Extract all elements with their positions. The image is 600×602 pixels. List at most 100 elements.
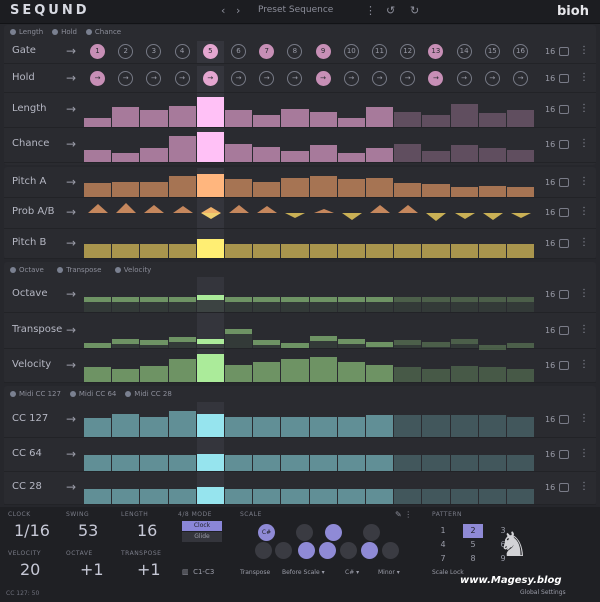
gate-step[interactable]: 14 — [456, 44, 472, 59]
step-bar[interactable] — [253, 362, 281, 382]
step-bar[interactable] — [450, 366, 478, 382]
scale-note-button[interactable]: C# — [258, 524, 275, 541]
prob-step[interactable] — [144, 205, 165, 213]
hold-step-icon[interactable]: → — [231, 71, 246, 86]
global-settings-button[interactable]: Global Settings — [520, 589, 566, 596]
step-bar[interactable] — [253, 455, 281, 471]
step-bar[interactable] — [507, 343, 535, 348]
swing-value[interactable]: 53 — [78, 521, 98, 540]
hold-step-icon[interactable]: → — [484, 71, 500, 86]
step-bar[interactable] — [337, 153, 365, 162]
prob-step[interactable] — [313, 209, 334, 213]
step-bar[interactable] — [168, 136, 196, 162]
step-bar[interactable] — [196, 132, 224, 162]
step-bar[interactable] — [196, 487, 224, 504]
step-bar[interactable] — [84, 150, 112, 162]
scale-edit-icon[interactable]: ✎ ⋮ — [395, 510, 412, 519]
step-bar[interactable] — [394, 112, 422, 127]
transpose-select[interactable]: Before Scale ▾ — [282, 569, 330, 576]
hold-step-icon[interactable]: → — [456, 71, 472, 86]
scale-note-button[interactable] — [361, 542, 378, 559]
step-bar[interactable] — [478, 367, 506, 382]
step-bar[interactable] — [366, 415, 394, 437]
step-bar[interactable] — [196, 97, 224, 127]
step-bar[interactable] — [225, 244, 253, 258]
step-bar[interactable] — [422, 151, 450, 162]
clock-mode-button[interactable]: Clock — [182, 521, 222, 531]
step-bar[interactable] — [366, 489, 394, 504]
scale-lock-button[interactable]: Scale Lock — [432, 569, 464, 576]
range-select[interactable]: ▥ C1-C3 — [182, 568, 214, 576]
pattern-pad[interactable]: 5 — [463, 538, 483, 552]
prob-step[interactable] — [370, 205, 390, 213]
step-bar[interactable] — [140, 148, 168, 162]
hold-step-icon[interactable]: → — [287, 71, 303, 86]
step-bar[interactable] — [422, 184, 450, 197]
step-bar[interactable] — [84, 118, 112, 127]
step-bar[interactable] — [422, 369, 450, 382]
step-bar[interactable] — [281, 359, 309, 382]
gate-step[interactable]: 1 — [90, 44, 105, 59]
gate-step[interactable]: 10 — [343, 44, 359, 59]
step-bar[interactable] — [309, 112, 337, 127]
step-bar[interactable] — [422, 415, 450, 437]
step-bar[interactable] — [112, 244, 140, 258]
step-bar[interactable] — [253, 182, 281, 197]
step-bar[interactable] — [84, 489, 112, 504]
step-bar[interactable] — [450, 244, 478, 258]
step-bar[interactable] — [422, 244, 450, 258]
gate-step[interactable]: 6 — [231, 44, 246, 59]
step-bar[interactable] — [394, 415, 422, 437]
scale-note-button[interactable] — [382, 542, 399, 559]
gate-step[interactable]: 8 — [287, 44, 303, 59]
prob-step[interactable] — [511, 213, 531, 218]
prob-step[interactable] — [341, 213, 362, 220]
step-bar[interactable] — [422, 455, 450, 471]
step-bar[interactable] — [253, 115, 281, 127]
step-bar[interactable] — [478, 345, 506, 350]
step-bar[interactable] — [84, 183, 112, 197]
step-bar[interactable] — [366, 365, 394, 382]
step-bar[interactable] — [196, 239, 224, 258]
step-bar[interactable] — [112, 107, 140, 127]
gate-step[interactable]: 2 — [118, 44, 134, 59]
step-bar[interactable] — [168, 455, 196, 471]
step-bar[interactable] — [450, 187, 478, 197]
clock-value[interactable]: 1/16 — [14, 521, 50, 540]
gate-step[interactable]: 16 — [513, 44, 528, 59]
step-bar[interactable] — [450, 455, 478, 471]
step-bar[interactable] — [394, 144, 422, 162]
step-bar[interactable] — [196, 174, 224, 197]
transpose-value[interactable]: +1 — [137, 560, 161, 579]
gate-step[interactable]: 5 — [202, 44, 218, 59]
gate-step[interactable]: 9 — [315, 44, 331, 59]
step-bar[interactable] — [84, 343, 112, 348]
pattern-pad[interactable]: 8 — [463, 552, 483, 566]
gate-step[interactable]: 11 — [372, 44, 387, 59]
hold-step-icon[interactable]: → — [202, 71, 218, 86]
step-bar[interactable] — [478, 113, 506, 127]
step-bar[interactable] — [337, 362, 365, 382]
step-bar[interactable] — [309, 417, 337, 437]
step-bar[interactable] — [225, 144, 253, 162]
step-bar[interactable] — [281, 417, 309, 437]
step-bar[interactable] — [168, 489, 196, 504]
step-bar[interactable] — [168, 176, 196, 197]
hold-step-icon[interactable]: → — [513, 71, 528, 86]
step-bar[interactable] — [309, 357, 337, 382]
hold-step-icon[interactable]: → — [146, 71, 162, 86]
prob-step[interactable] — [285, 213, 306, 218]
gate-step[interactable]: 15 — [484, 44, 500, 59]
prob-step[interactable] — [426, 213, 447, 221]
prob-step[interactable] — [257, 206, 278, 213]
hold-step-icon[interactable]: → — [174, 71, 190, 86]
step-bar[interactable] — [507, 150, 535, 162]
step-bar[interactable] — [478, 489, 506, 504]
step-bar[interactable] — [253, 147, 281, 162]
prob-step[interactable] — [454, 213, 475, 219]
step-bar[interactable] — [337, 489, 365, 504]
step-bar[interactable] — [337, 417, 365, 437]
hold-step-icon[interactable]: → — [118, 71, 134, 86]
step-bar[interactable] — [112, 489, 140, 504]
step-bar[interactable] — [309, 176, 337, 197]
